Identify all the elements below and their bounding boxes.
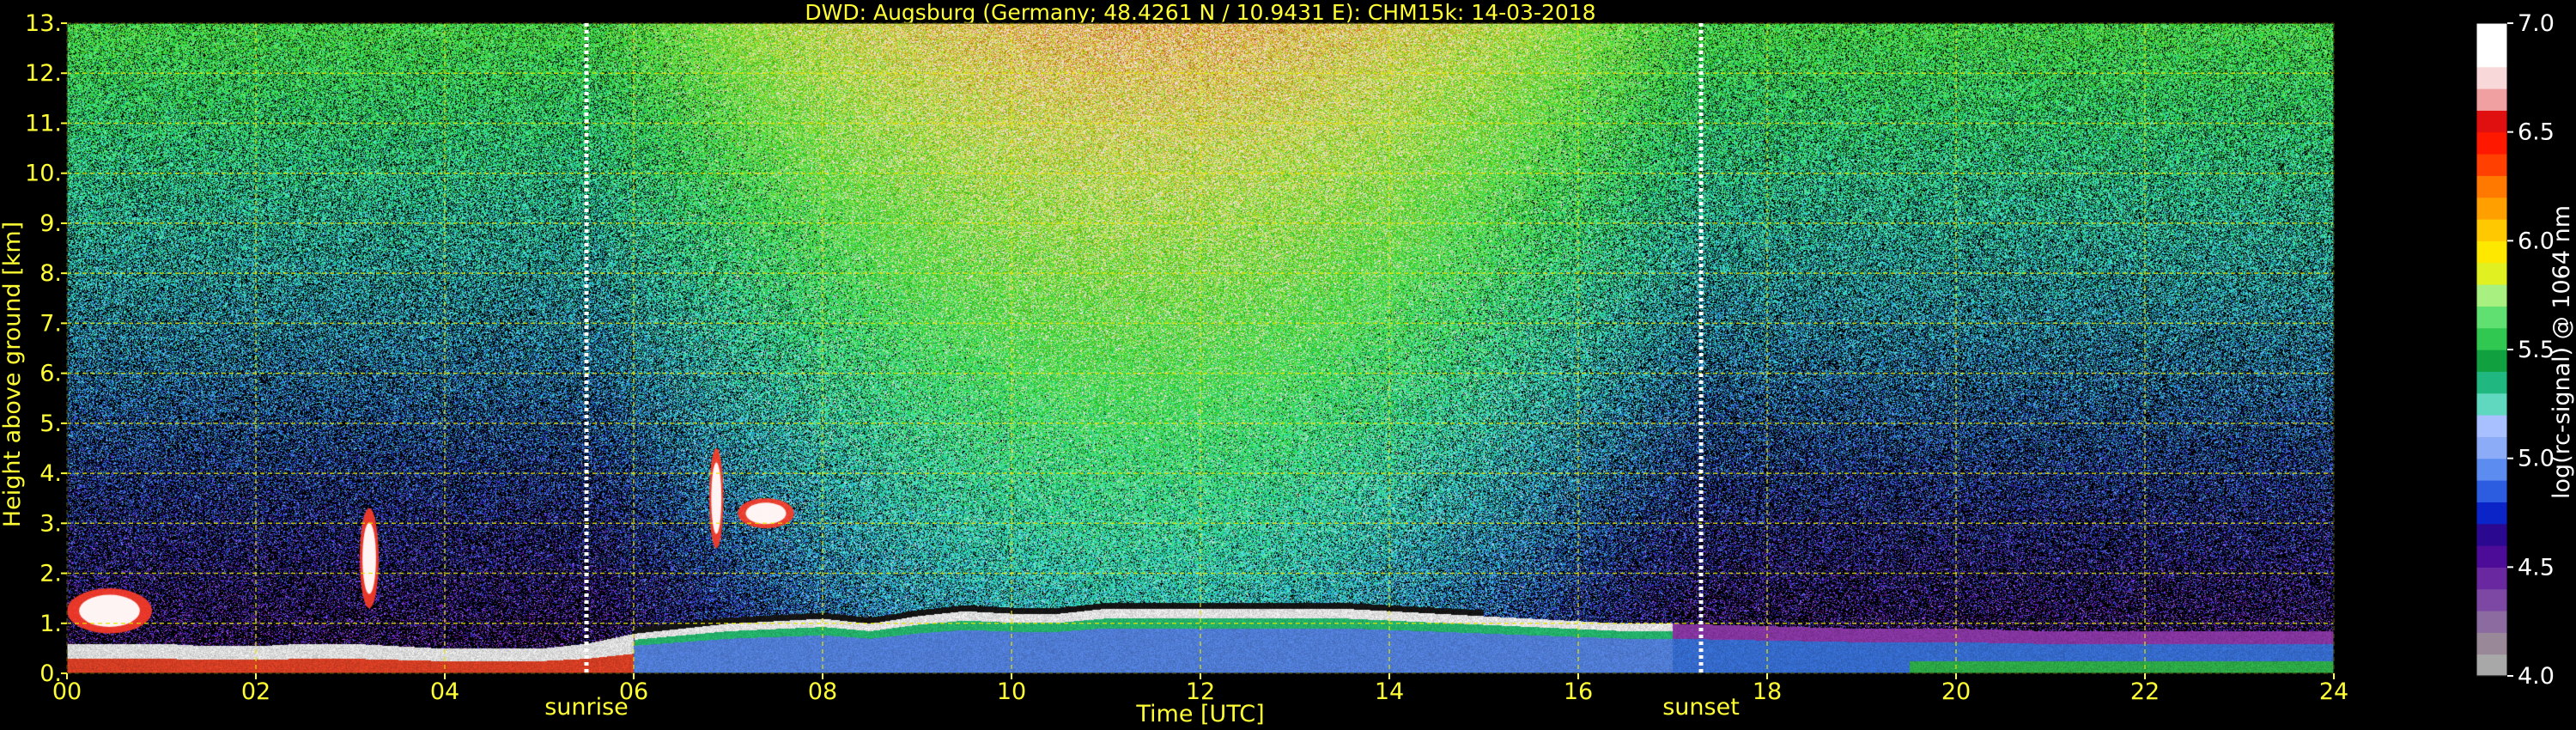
x-tick-label: 04 [430, 678, 459, 705]
x-axis-label: Time [UTC] [1135, 701, 1264, 727]
colorbar-segment [2476, 654, 2507, 677]
colorbar: 4.04.55.05.56.06.57.0 [2476, 10, 2555, 690]
y-tick-label: 9. [39, 210, 62, 237]
colorbar-tick-label: 6.5 [2518, 119, 2555, 146]
colorbar-segment [2476, 611, 2507, 633]
colorbar-segment [2476, 327, 2507, 350]
colorbar-segment [2476, 588, 2507, 611]
colorbar-tick-label: 4.5 [2518, 554, 2555, 581]
y-tick-label: 1. [39, 611, 62, 637]
annotation-label-sunrise: sunrise [544, 694, 629, 721]
colorbar-segment [2476, 110, 2507, 133]
x-tick-label: 18 [1753, 678, 1782, 705]
colorbar-segment [2476, 154, 2507, 176]
colorbar-label: log(rc-signal) @ 1064 nm [2549, 205, 2575, 499]
ceilometer-figure: DWD: Augsburg (Germany; 48.4261 N / 10.9… [0, 0, 2575, 727]
colorbar-segment [2476, 392, 2507, 416]
colorbar-segment [2476, 219, 2507, 241]
x-tick-label: 08 [808, 678, 837, 705]
plot-area [66, 22, 2335, 674]
colorbar-segment [2476, 371, 2507, 394]
colorbar-segment [2476, 240, 2507, 264]
colorbar-segment [2476, 262, 2507, 285]
colorbar-segment [2476, 567, 2507, 590]
colorbar-segment [2476, 45, 2507, 68]
y-tick-label: 7. [39, 310, 62, 337]
colorbar-segment [2476, 523, 2507, 546]
colorbar-segment [2476, 88, 2507, 111]
colorbar-segment [2476, 415, 2507, 437]
colorbar-tick-label: 4.0 [2518, 663, 2555, 690]
y-tick-label: 10. [25, 161, 62, 187]
colorbar-segment [2476, 284, 2507, 307]
colorbar-tick-label: 7.0 [2518, 10, 2555, 37]
y-tick-label: 8. [39, 260, 62, 287]
colorbar-segment [2476, 23, 2507, 46]
colorbar-segment [2476, 545, 2507, 568]
y-axis-label: Height above ground [km] [0, 222, 26, 527]
colorbar-segment [2476, 436, 2507, 459]
y-tick-label: 13. [25, 10, 62, 37]
y-tick-label: 5. [39, 411, 62, 437]
colorbar-segment [2476, 197, 2507, 220]
y-tick-label: 3. [39, 510, 62, 537]
x-tick-label: 10 [997, 678, 1026, 705]
y-axis: 0. 1. 2. 3. 4. 5. 6. 7. 8. 9. 10. 11. 12. 13. [25, 10, 67, 687]
y-tick-label: 2. [39, 561, 62, 587]
colorbar-segment [2476, 131, 2507, 155]
x-tick-label: 22 [2130, 678, 2160, 705]
colorbar-segment [2476, 306, 2507, 329]
chart-title: DWD: Augsburg (Germany; 48.4261 N / 10.9… [805, 0, 1595, 25]
y-tick-label: 6. [39, 361, 62, 387]
annotation-label-sunset: sunset [1662, 694, 1740, 721]
y-tick-label: 11. [25, 110, 62, 137]
y-tick-label: 4. [39, 460, 62, 487]
x-tick-label: 14 [1375, 678, 1404, 705]
colorbar-segment [2476, 502, 2507, 525]
x-tick-label: 24 [2319, 678, 2348, 705]
colorbar-segment [2476, 66, 2507, 89]
x-tick-label: 20 [1941, 678, 1971, 705]
colorbar-segment [2476, 632, 2507, 655]
y-tick-label: 0. [39, 660, 62, 687]
x-tick-label: 16 [1564, 678, 1593, 705]
colorbar-segment [2476, 175, 2507, 198]
x-tick-label: 06 [619, 678, 648, 705]
colorbar-segment [2476, 480, 2507, 502]
colorbar-segment [2476, 350, 2507, 372]
colorbar-segment [2476, 458, 2507, 481]
x-tick-label: 02 [241, 678, 270, 705]
y-tick-label: 12. [25, 60, 62, 87]
